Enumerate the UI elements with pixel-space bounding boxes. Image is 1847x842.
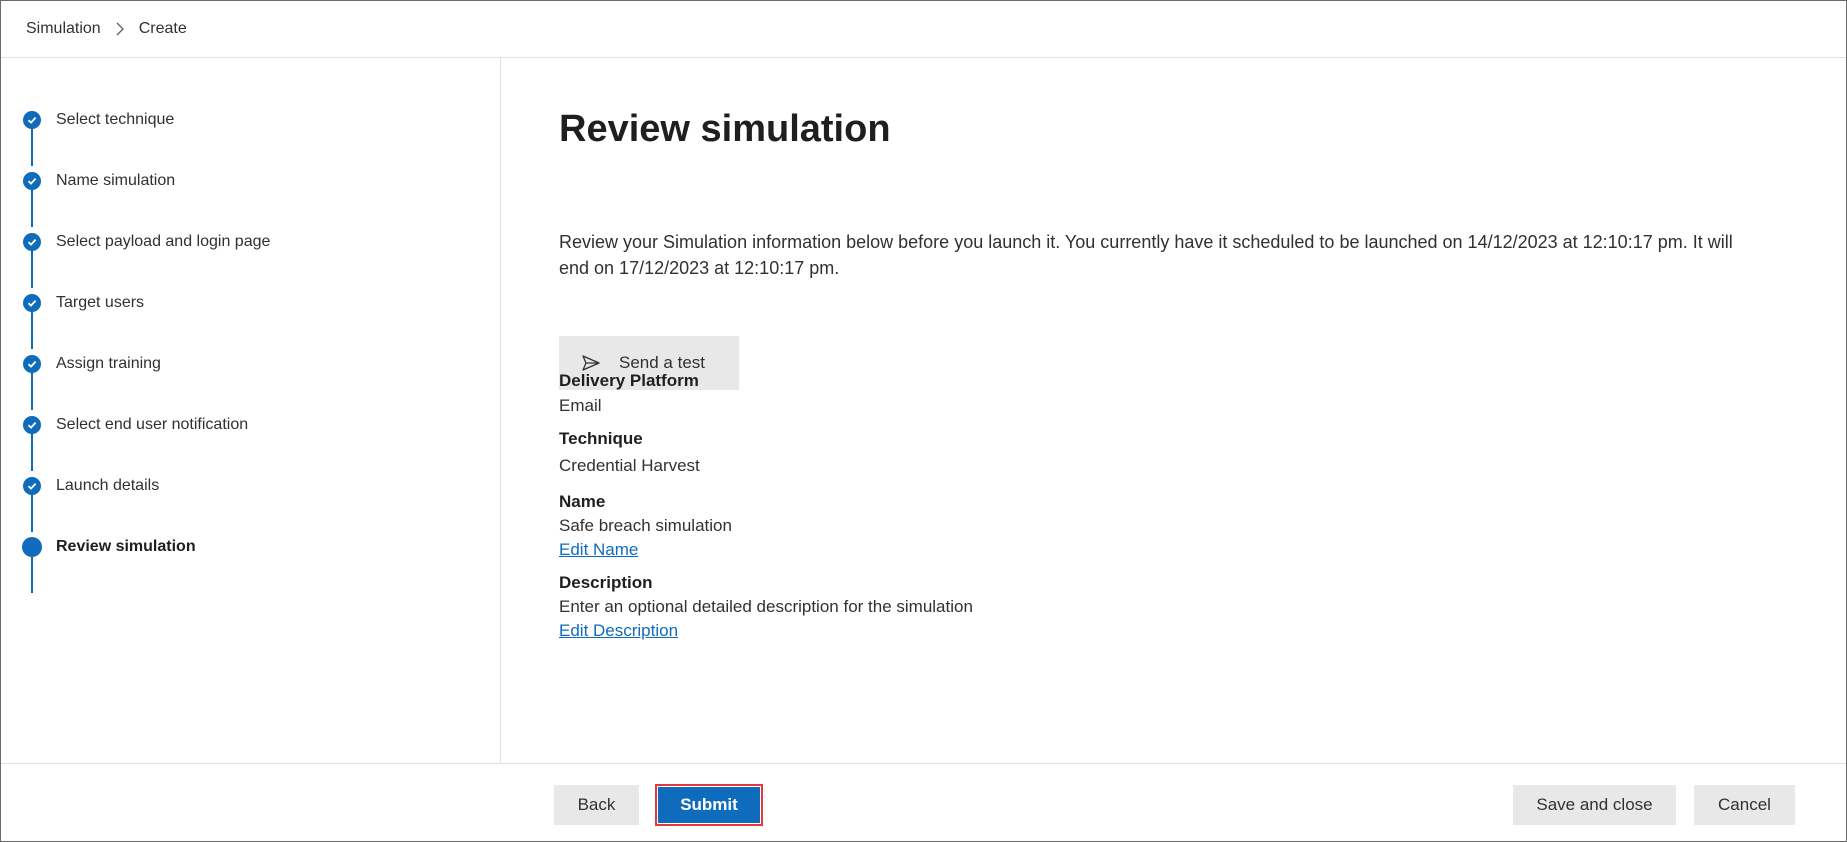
back-button[interactable]: Back: [554, 785, 639, 825]
wizard-footer: Back Submit Save and close Cancel: [1, 763, 1846, 841]
step-label: Target users: [56, 294, 145, 311]
checkmark-icon: [23, 416, 41, 434]
wizard-stepper: Select technique Name simulation Select …: [1, 58, 501, 764]
step-label: Select end user notification: [56, 416, 249, 433]
step-label: Review simulation: [56, 538, 196, 555]
checkmark-icon: [23, 172, 41, 190]
send-icon: [581, 354, 601, 372]
technique-value: Credential Harvest: [559, 456, 700, 475]
step-label: Name simulation: [56, 172, 176, 189]
intro-text: Review your Simulation information below…: [559, 232, 1733, 278]
checkmark-icon: [23, 477, 41, 495]
save-and-close-button[interactable]: Save and close: [1513, 785, 1676, 825]
send-test-label: Send a test: [619, 353, 706, 372]
edit-description-link[interactable]: Edit Description: [559, 621, 678, 641]
name-value: Safe breach simulation: [559, 516, 732, 535]
name-label: Name: [559, 492, 606, 511]
delivery-platform-value: Email: [559, 396, 602, 415]
description-value: Enter an optional detailed description f…: [559, 597, 973, 616]
checkmark-icon: [23, 355, 41, 373]
page-title: Review simulation: [559, 108, 891, 150]
checkmark-icon: [23, 233, 41, 251]
current-step-dot-icon: [22, 537, 42, 557]
simulation-wizard: Simulation Create Select technique Name …: [0, 0, 1847, 842]
technique-label: Technique: [559, 429, 643, 448]
breadcrumb: Simulation Create: [1, 1, 1846, 58]
edit-name-link[interactable]: Edit Name: [559, 540, 638, 560]
step-label: Select payload and login page: [56, 233, 271, 250]
step-label: Select technique: [56, 111, 175, 128]
step-label: Assign training: [56, 355, 161, 372]
description-label: Description: [559, 573, 653, 592]
checkmark-icon: [23, 294, 41, 312]
delivery-platform-label: Delivery Platform: [559, 371, 699, 390]
step-label: Launch details: [56, 477, 160, 494]
breadcrumb-create: Create: [138, 20, 187, 37]
checkmark-icon: [23, 111, 41, 129]
breadcrumb-simulation[interactable]: Simulation: [26, 20, 101, 38]
review-panel: Review simulation Review your Simulation…: [559, 58, 1819, 764]
chevron-right-icon: [115, 22, 125, 36]
cancel-button[interactable]: Cancel: [1694, 785, 1795, 825]
submit-button[interactable]: Submit: [658, 787, 760, 823]
